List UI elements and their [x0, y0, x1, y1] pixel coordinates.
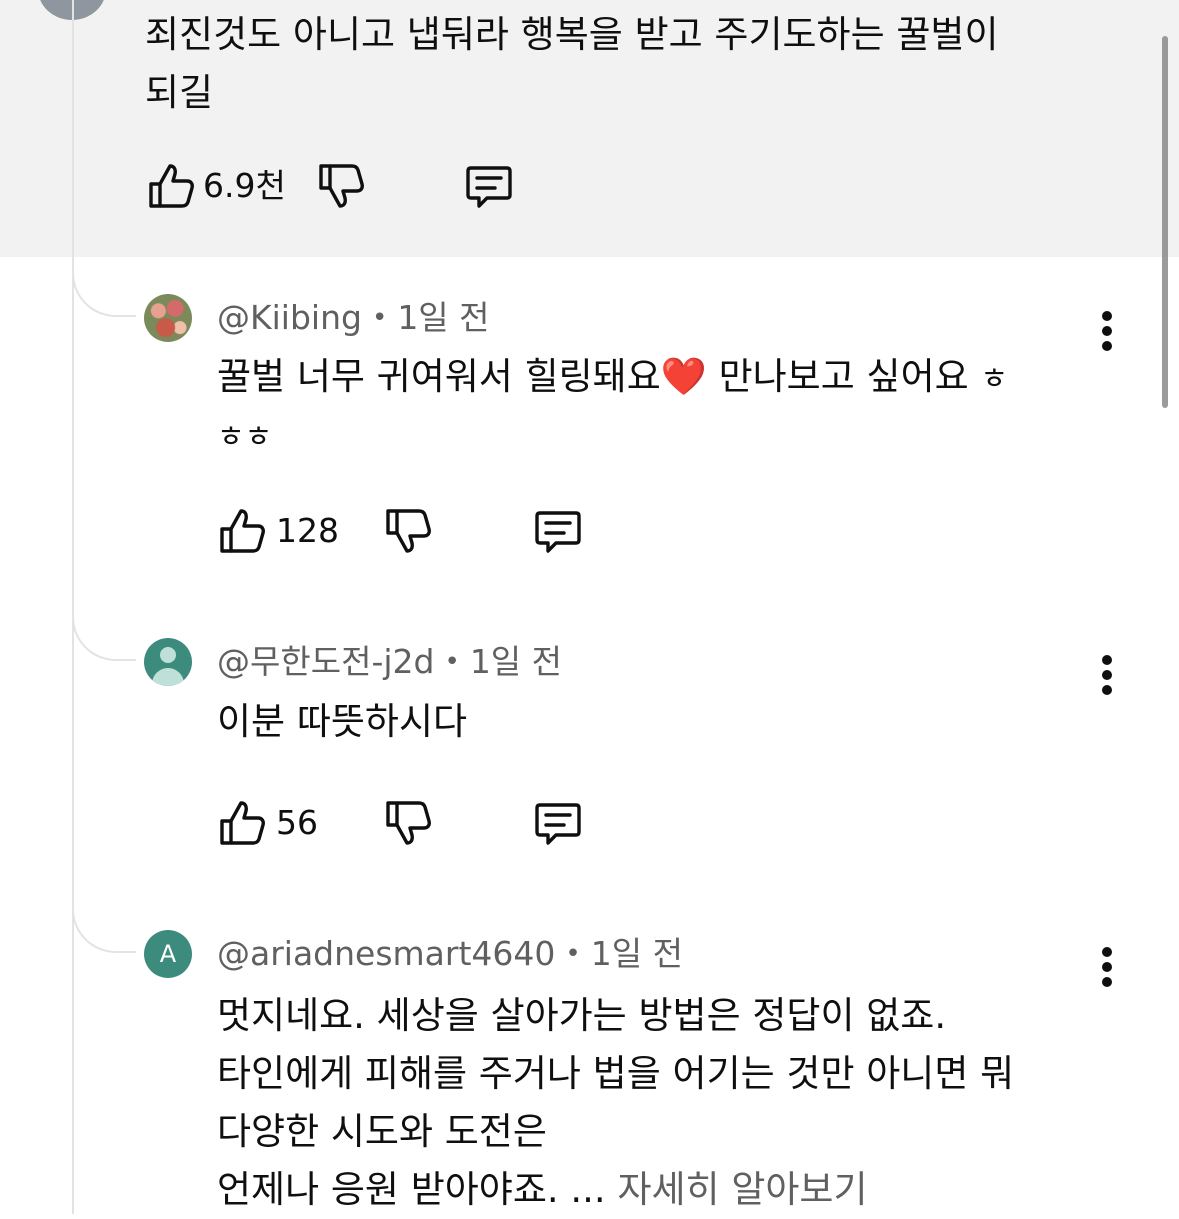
timestamp: 1일 전	[590, 934, 683, 973]
parent-comment-line: 되길	[145, 71, 214, 114]
heart-emoji: ❤️	[660, 355, 707, 398]
parent-comment-text: 죄진것도 아니고 냅둬라 행복을 받고 주기도하는 꿀벌이 되길	[145, 6, 999, 122]
parent-comment-line: 죄진것도 아니고 냅둬라 행복을 받고 주기도하는 꿀벌이	[145, 13, 999, 56]
reply-action-row: 128	[216, 505, 616, 557]
avatar[interactable]	[144, 294, 192, 342]
thumbs-up-icon[interactable]	[145, 160, 197, 212]
reply-text-segment: ㅎ	[980, 362, 1009, 397]
default-avatar-icon[interactable]	[144, 638, 192, 686]
reply-text: 멋지네요. 세상을 살아가는 방법은 정답이 없죠. 타인에게 피해를 주거나 …	[217, 987, 1014, 1219]
reply-author-row: @Kiibing • 1일 전	[217, 298, 490, 341]
like-count: 6.9천	[203, 166, 286, 205]
thumbs-up-icon[interactable]	[216, 797, 268, 849]
more-vert-icon[interactable]	[1095, 947, 1119, 987]
like-count: 128	[276, 511, 339, 550]
timestamp: 1일 전	[397, 298, 490, 337]
reply-text-segment: 꿀벌 너무 귀여워서 힐링돼요	[217, 355, 661, 398]
scrollbar[interactable]	[1159, 36, 1171, 408]
comment-reply-icon[interactable]	[463, 160, 515, 212]
avatar[interactable]: A	[144, 930, 192, 978]
reply-text-segment: 언제나 응원 받아야죠. ...	[217, 1168, 618, 1211]
thread-connector	[72, 903, 136, 953]
reply-text-line: 멋지네요. 세상을 살아가는 방법은 정답이 없죠.	[217, 994, 947, 1037]
thread-connector	[72, 611, 136, 661]
like-count: 56	[276, 803, 318, 842]
reply-text-segment: 만나보고 싶어요	[706, 355, 981, 398]
thumbs-up-icon[interactable]	[216, 505, 268, 557]
comment-reply-icon[interactable]	[532, 505, 584, 557]
more-vert-icon[interactable]	[1095, 311, 1119, 351]
more-vert-icon[interactable]	[1095, 655, 1119, 695]
reply-author-row: @무한도전-j2d • 1일 전	[217, 642, 562, 685]
separator-dot: •	[444, 647, 460, 677]
reply-text-line: 타인에게 피해를 주거나 법을 어기는 것만 아니면 뭐	[217, 1052, 1015, 1095]
reply-text-line: ㅎㅎ	[217, 420, 273, 455]
read-more-link[interactable]: 자세히 알아보기	[617, 1168, 867, 1211]
timestamp: 1일 전	[469, 642, 563, 681]
author-handle[interactable]: @무한도전-j2d	[217, 642, 434, 681]
thumbs-down-icon[interactable]	[315, 160, 367, 212]
reply-author-row: @ariadnesmart4640 • 1일 전	[217, 934, 683, 977]
separator-dot: •	[371, 303, 388, 333]
reply-action-row: 56	[216, 797, 616, 849]
thumbs-down-icon[interactable]	[382, 797, 434, 849]
reply-text: 이분 따뜻하시다	[217, 693, 467, 751]
reply-text-line: 이분 따뜻하시다	[217, 700, 468, 743]
thread-line	[72, 0, 74, 1214]
reply-text: 꿀벌 너무 귀여워서 힐링돼요❤️ 만나보고 싶어요 ㅎ ㅎㅎ	[217, 348, 1008, 467]
thread-connector	[72, 267, 136, 317]
separator-dot: •	[565, 939, 581, 969]
thumbs-down-icon[interactable]	[382, 505, 434, 557]
scrollbar-thumb[interactable]	[1162, 36, 1168, 408]
reply-text-line: 다양한 시도와 도전은	[217, 1110, 547, 1153]
author-handle[interactable]: @ariadnesmart4640	[217, 934, 555, 973]
parent-action-row: 6.9천	[145, 160, 545, 212]
parent-more-icon[interactable]	[1097, 0, 1117, 4]
comment-reply-icon[interactable]	[532, 797, 584, 849]
author-handle[interactable]: @Kiibing	[217, 298, 362, 337]
